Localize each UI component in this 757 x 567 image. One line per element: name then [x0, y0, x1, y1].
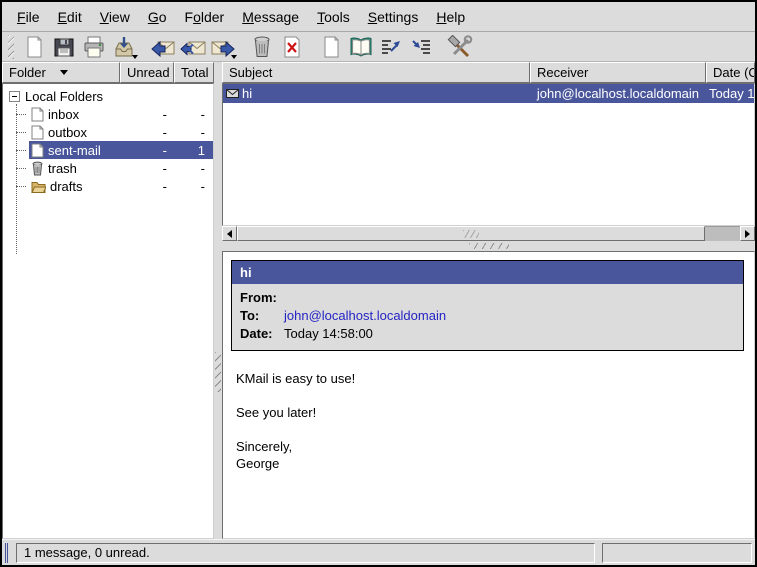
menu-go[interactable]: Go — [139, 4, 176, 30]
status-message: 1 message, 0 unread. — [16, 543, 595, 563]
message-subject-title: hi — [232, 261, 743, 284]
folder-column-header[interactable]: Folder — [2, 62, 120, 83]
delete-message-icon[interactable] — [277, 33, 307, 61]
status-right-panel — [602, 543, 752, 563]
address-book-icon[interactable] — [346, 33, 376, 61]
menu-message[interactable]: Message — [233, 4, 308, 30]
message-list: hi john@localhost.localdomain Today 14 — [222, 83, 755, 226]
horizontal-splitter[interactable] — [222, 241, 755, 251]
envelope-icon — [226, 89, 239, 98]
reply-icon[interactable] — [148, 33, 178, 61]
trash-icon[interactable] — [247, 33, 277, 61]
unread-column-header[interactable]: Unread — [120, 62, 174, 83]
tree-root-local-folders[interactable]: Local Folders — [3, 87, 213, 105]
menu-edit[interactable]: Edit — [49, 4, 91, 30]
collapse-expander-icon[interactable] — [9, 91, 20, 102]
compose-icon[interactable] — [19, 33, 49, 61]
horizontal-scrollbar — [222, 226, 755, 241]
mail-file-icon — [31, 107, 44, 122]
folder-item-outbox[interactable]: outbox - - — [3, 123, 213, 141]
kmail-window: File Edit View Go Folder Message Tools S… — [0, 0, 757, 567]
print-icon[interactable] — [79, 33, 109, 61]
folder-tree: Local Folders inbox - - outbox - — [2, 83, 214, 539]
root-folder-label: Local Folders — [25, 89, 103, 104]
folder-pane-headers: Folder Unread Total — [2, 62, 214, 83]
trash-icon — [31, 161, 44, 176]
mail-file-icon — [31, 143, 44, 158]
forward-icon[interactable] — [208, 33, 238, 61]
menu-file[interactable]: File — [8, 4, 49, 30]
arrow-left-icon — [227, 230, 232, 238]
to-row: To: john@localhost.localdomain — [240, 307, 735, 325]
scroll-left-button[interactable] — [222, 226, 237, 241]
scrollbar-thumb[interactable] — [237, 226, 705, 241]
from-row: From: — [240, 289, 735, 307]
folder-item-inbox[interactable]: inbox - - — [3, 105, 213, 123]
mail-file-icon — [31, 125, 44, 140]
message-preview-pane: hi From: To: john@localhost.localdomain … — [222, 251, 755, 539]
folder-item-drafts[interactable]: drafts - - — [3, 177, 213, 195]
folder-icon — [31, 180, 46, 193]
scrollbar-track[interactable] — [705, 226, 740, 241]
arrow-right-icon — [745, 230, 750, 238]
save-icon[interactable] — [49, 33, 79, 61]
message-header-fields: From: To: john@localhost.localdomain Dat… — [232, 284, 743, 350]
scroll-right-button[interactable] — [740, 226, 755, 241]
message-list-headers: Subject Receiver Date (O — [222, 62, 755, 83]
main-area: Folder Unread Total Local Folders inbox … — [2, 62, 755, 539]
message-row[interactable]: hi john@localhost.localdomain Today 14 — [223, 84, 754, 103]
main-toolbar — [2, 32, 755, 62]
vertical-splitter[interactable] — [214, 62, 222, 539]
message-body: KMail is easy to use! See you later! Sin… — [231, 351, 744, 472]
forward-dropdown-caret[interactable] — [231, 55, 237, 59]
folder-pane: Folder Unread Total Local Folders inbox … — [2, 62, 214, 539]
configure-icon[interactable] — [445, 33, 475, 61]
date-row: Date: Today 14:58:00 — [240, 325, 735, 343]
menu-view[interactable]: View — [91, 4, 139, 30]
menu-settings[interactable]: Settings — [359, 4, 428, 30]
menu-tools[interactable]: Tools — [308, 4, 359, 30]
date-column-header[interactable]: Date (O — [706, 62, 755, 83]
folder-item-trash[interactable]: trash - - — [3, 159, 213, 177]
statusbar-grip — [5, 543, 9, 563]
recipient-email-link[interactable]: john@localhost.localdomain — [284, 307, 446, 325]
message-header-box: hi From: To: john@localhost.localdomain … — [231, 260, 744, 351]
menu-bar: File Edit View Go Folder Message Tools S… — [2, 2, 755, 32]
subject-column-header[interactable]: Subject — [222, 62, 530, 83]
toolbar-drag-handle[interactable] — [8, 35, 14, 59]
folder-item-sent-mail[interactable]: sent-mail - 1 — [3, 141, 213, 159]
menu-help[interactable]: Help — [427, 4, 474, 30]
message-area: Subject Receiver Date (O hi john@localho… — [222, 62, 755, 539]
status-bar: 1 message, 0 unread. — [2, 539, 755, 565]
total-column-header[interactable]: Total — [174, 62, 214, 83]
check-mail-dropdown-caret[interactable] — [132, 55, 138, 59]
sort-arrow-icon — [60, 70, 68, 75]
filter-out-icon[interactable] — [376, 33, 406, 61]
reply-all-icon[interactable] — [178, 33, 208, 61]
receiver-column-header[interactable]: Receiver — [530, 62, 706, 83]
filter-in-icon[interactable] — [406, 33, 436, 61]
new-message-icon[interactable] — [316, 33, 346, 61]
menu-folder[interactable]: Folder — [176, 4, 234, 30]
check-mail-icon[interactable] — [109, 33, 139, 61]
